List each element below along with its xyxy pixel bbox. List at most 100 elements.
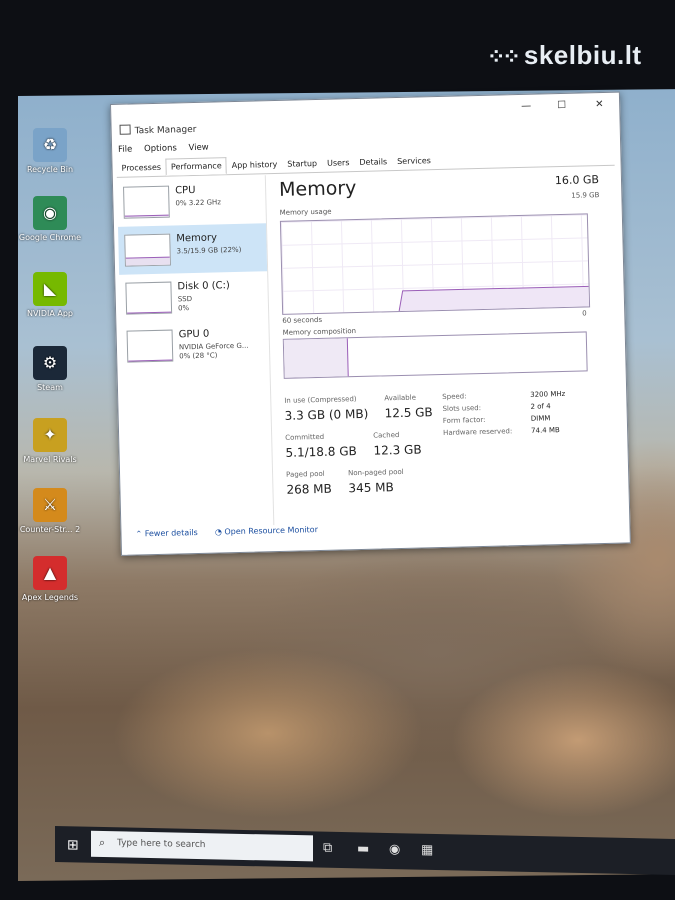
sidebar-item-detail: 0% [177, 304, 190, 313]
sidebar-item-disk[interactable]: Disk 0 (C:) SSD 0% [119, 271, 268, 323]
sidebar-item-gpu[interactable]: GPU 0 NVIDIA GeForce G... 0% (28 °C) [120, 319, 269, 371]
sidebar-item-label: GPU 0 [178, 328, 210, 341]
counter-strike-icon: ⚔ [33, 488, 67, 522]
desktop-icon-label: Recycle Bin [26, 165, 74, 174]
apex-legends-icon: ▲ [33, 556, 67, 590]
file-explorer-icon[interactable]: ▬ [357, 841, 369, 856]
chevron-up-icon[interactable]: ⌃ [135, 529, 142, 538]
spec-slots: 2 of 4 [530, 402, 551, 411]
stat-label: Available [384, 393, 417, 403]
memory-composition-label: Memory composition [282, 327, 357, 337]
tab-services[interactable]: Services [392, 152, 436, 170]
marvel-rivals-icon: ✦ [33, 418, 67, 452]
search-input[interactable]: Type here to search [117, 838, 205, 850]
memory-total: 16.0 GB [554, 173, 600, 188]
window-title: Task Manager [134, 124, 197, 137]
spec-speed: 3200 MHz [530, 389, 566, 399]
stat-available: 12.5 GB [384, 405, 433, 421]
menu-file[interactable]: File [118, 144, 132, 154]
desktop-icon[interactable]: ◉ Google Chrome [18, 196, 82, 243]
stat-paged-pool: 268 MB [286, 481, 332, 497]
menu-view[interactable]: View [188, 143, 208, 153]
desktop-icon-label: Counter-Str... 2 [19, 525, 81, 534]
tab-app-history[interactable]: App history [226, 156, 282, 174]
tab-processes[interactable]: Processes [116, 159, 166, 177]
graph-time-end: 0 [582, 309, 587, 318]
memory-usable: 15.9 GB [571, 191, 600, 200]
cpu-thumbnail-graph [123, 185, 170, 219]
sidebar-item-detail: 0% (28 °C) [179, 351, 218, 361]
menu-options[interactable]: Options [144, 143, 177, 154]
chrome-icon: ◉ [33, 196, 67, 230]
desktop-icon[interactable]: ♻ Recycle Bin [18, 128, 82, 175]
tab-performance[interactable]: Performance [165, 157, 227, 176]
memory-thumbnail-graph [124, 233, 171, 267]
desktop-icon[interactable]: ⚔ Counter-Str... 2 [18, 488, 82, 535]
sidebar-item-memory[interactable]: Memory 3.5/15.9 GB (22%) [118, 223, 268, 275]
spec-label: Speed: [442, 392, 467, 401]
desktop-icon[interactable]: ✦ Marvel Rivals [18, 418, 82, 465]
sidebar-item-cpu[interactable]: CPU 0% 3.22 GHz [117, 175, 266, 227]
desktop-icon-label: Steam [37, 383, 63, 392]
stat-label: In use (Compressed) [284, 395, 357, 405]
performance-sidebar: CPU 0% 3.22 GHz Memory 3.5/15.9 GB (22%)… [116, 175, 275, 529]
steam-icon: ⚙ [33, 346, 67, 380]
sidebar-item-detail: SSD [177, 295, 193, 304]
watermark-logo: ⁘⁘ skelbiu.lt [487, 40, 642, 71]
sidebar-item-detail: 3.5/15.9 GB (22%) [176, 245, 242, 256]
memory-usage-line [398, 285, 590, 312]
sidebar-item-label: Memory [176, 232, 218, 245]
resource-monitor-icon: ◔ [214, 527, 222, 537]
fewer-details-link[interactable]: Fewer details [145, 528, 198, 538]
tab-startup[interactable]: Startup [282, 155, 322, 173]
maximize-button[interactable]: ☐ [557, 100, 566, 111]
minimize-button[interactable]: — [521, 101, 531, 112]
task-view-icon[interactable]: ⧉ [323, 841, 332, 856]
desktop-icon-label: Apex Legends [21, 593, 79, 602]
tab-details[interactable]: Details [354, 153, 392, 171]
stat-committed: 5.1/18.8 GB [285, 444, 357, 460]
stat-label: Committed [285, 432, 325, 442]
task-manager-taskbar-icon[interactable]: ▦ [421, 843, 433, 858]
dots-logo-icon: ⁘⁘ [487, 44, 521, 69]
memory-composition-bar [282, 331, 588, 379]
sidebar-item-label: CPU [175, 184, 196, 197]
page-title: Memory [278, 177, 357, 201]
spec-label: Form factor: [442, 415, 486, 425]
sidebar-item-detail: NVIDIA GeForce G... [178, 341, 249, 352]
memory-usage-graph [279, 213, 591, 315]
spec-label: Slots used: [442, 404, 482, 413]
desktop-icon[interactable]: ▲ Apex Legends [18, 556, 82, 603]
close-button[interactable]: ✕ [595, 99, 604, 110]
sidebar-item-detail: 0% 3.22 GHz [175, 198, 222, 208]
gpu-thumbnail-graph [126, 329, 174, 363]
sidebar-item-label: Disk 0 (C:) [177, 280, 230, 293]
memory-in-use-segment [283, 338, 350, 378]
disk-thumbnail-graph [125, 281, 173, 315]
stat-label: Paged pool [286, 469, 325, 479]
watermark-text: skelbiu.lt [523, 40, 642, 70]
task-manager-window[interactable]: Task Manager — ☐ ✕ File Options View Pro… [110, 91, 631, 556]
stat-in-use: 3.3 GB (0 MB) [284, 406, 369, 423]
graph-time-span: 60 seconds [282, 315, 323, 325]
spec-form-factor: DIMM [530, 414, 551, 423]
open-resource-monitor-link[interactable]: Open Resource Monitor [224, 525, 318, 536]
stat-non-paged-pool: 345 MB [348, 480, 394, 496]
stat-label: Non-paged pool [347, 467, 404, 478]
desktop-icon[interactable]: ◣ NVIDIA App [18, 272, 82, 319]
recycle-bin-icon: ♻ [33, 128, 67, 162]
nvidia-icon: ◣ [33, 272, 67, 306]
tab-users[interactable]: Users [322, 154, 355, 172]
stat-cached: 12.3 GB [373, 442, 422, 458]
desktop-icon[interactable]: ⚙ Steam [18, 346, 82, 393]
spec-hardware-reserved: 74.4 MB [531, 426, 560, 435]
stat-label: Cached [373, 431, 400, 440]
memory-usage-label: Memory usage [279, 207, 332, 217]
chrome-taskbar-icon[interactable]: ◉ [389, 842, 400, 857]
windows-start-icon[interactable]: ⊞ [67, 837, 79, 853]
desktop-icon-label: Marvel Rivals [23, 455, 77, 464]
desktop-icon-label: NVIDIA App [27, 309, 73, 318]
taskbar-search-box[interactable]: ⌕ Type here to search [91, 830, 313, 862]
menu-bar: File Options View [118, 142, 218, 155]
window-title-bar[interactable]: Task Manager [119, 123, 197, 137]
